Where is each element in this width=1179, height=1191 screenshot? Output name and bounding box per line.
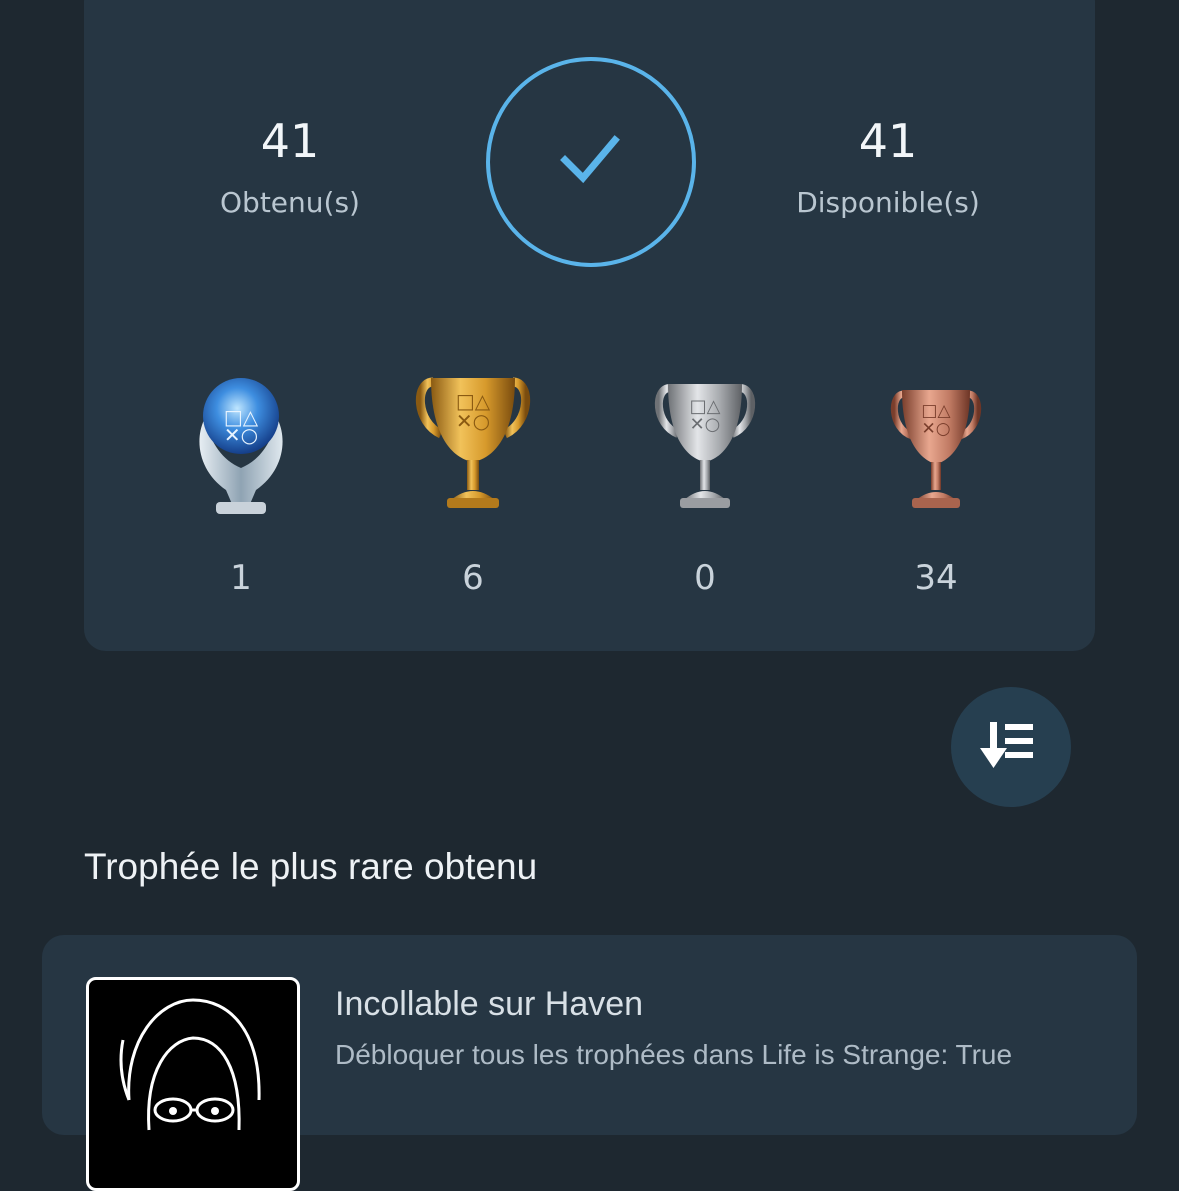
- earned-label: Obtenu(s): [220, 186, 360, 219]
- silver-trophy-icon: □△ ✕○: [654, 384, 756, 508]
- platinum-count: 1: [230, 558, 252, 598]
- gold-count: 6: [462, 558, 484, 598]
- trophy-platinum: □△ ✕○ 1: [161, 372, 321, 598]
- sort-descending-icon: [980, 722, 1033, 768]
- rarest-trophy-card[interactable]: Incollable sur Haven Débloquer tous les …: [42, 935, 1137, 1191]
- svg-text:✕○: ✕○: [456, 409, 490, 433]
- rarest-trophy-description: Débloquer tous les trophées dans Life is…: [335, 1039, 1013, 1070]
- available-count: 41: [858, 114, 918, 168]
- bronze-trophy-icon: □△ ✕○: [890, 390, 982, 508]
- trophy-silver: □△ ✕○ 0: [625, 372, 785, 598]
- trophy-gold: □△ ✕○ 6: [393, 372, 553, 598]
- portrait-icon: [119, 998, 261, 1131]
- trophy-summary-card: 41 Obtenu(s) 41 Disponible(s) □△ ✕○ 1 □△…: [84, 0, 1095, 651]
- gold-trophy-icon: □△ ✕○: [416, 377, 530, 508]
- earned-stat: 41 Obtenu(s): [170, 118, 410, 219]
- available-label: Disponible(s): [796, 186, 980, 219]
- completion-ring-track: [486, 57, 696, 267]
- trophy-bronze: □△ ✕○ 34: [856, 372, 1016, 598]
- rarest-trophy-title: Incollable sur Haven: [335, 985, 644, 1023]
- svg-text:✕○: ✕○: [224, 423, 258, 447]
- rarest-trophy-image: [86, 977, 300, 1191]
- platinum-trophy-icon: □△ ✕○: [199, 378, 283, 514]
- earned-count: 41: [260, 114, 320, 168]
- sort-button[interactable]: [951, 687, 1071, 807]
- silver-count: 0: [694, 558, 716, 598]
- available-stat: 41 Disponible(s): [768, 118, 1008, 219]
- svg-text:✕○: ✕○: [690, 414, 721, 435]
- svg-text:✕○: ✕○: [921, 419, 950, 439]
- checkmark-icon: [560, 135, 620, 184]
- rarest-trophy-heading: Trophée le plus rare obtenu: [84, 846, 538, 887]
- bronze-count: 34: [914, 558, 958, 598]
- svg-text:□△: □△: [921, 401, 951, 421]
- completion-ring: [486, 57, 696, 267]
